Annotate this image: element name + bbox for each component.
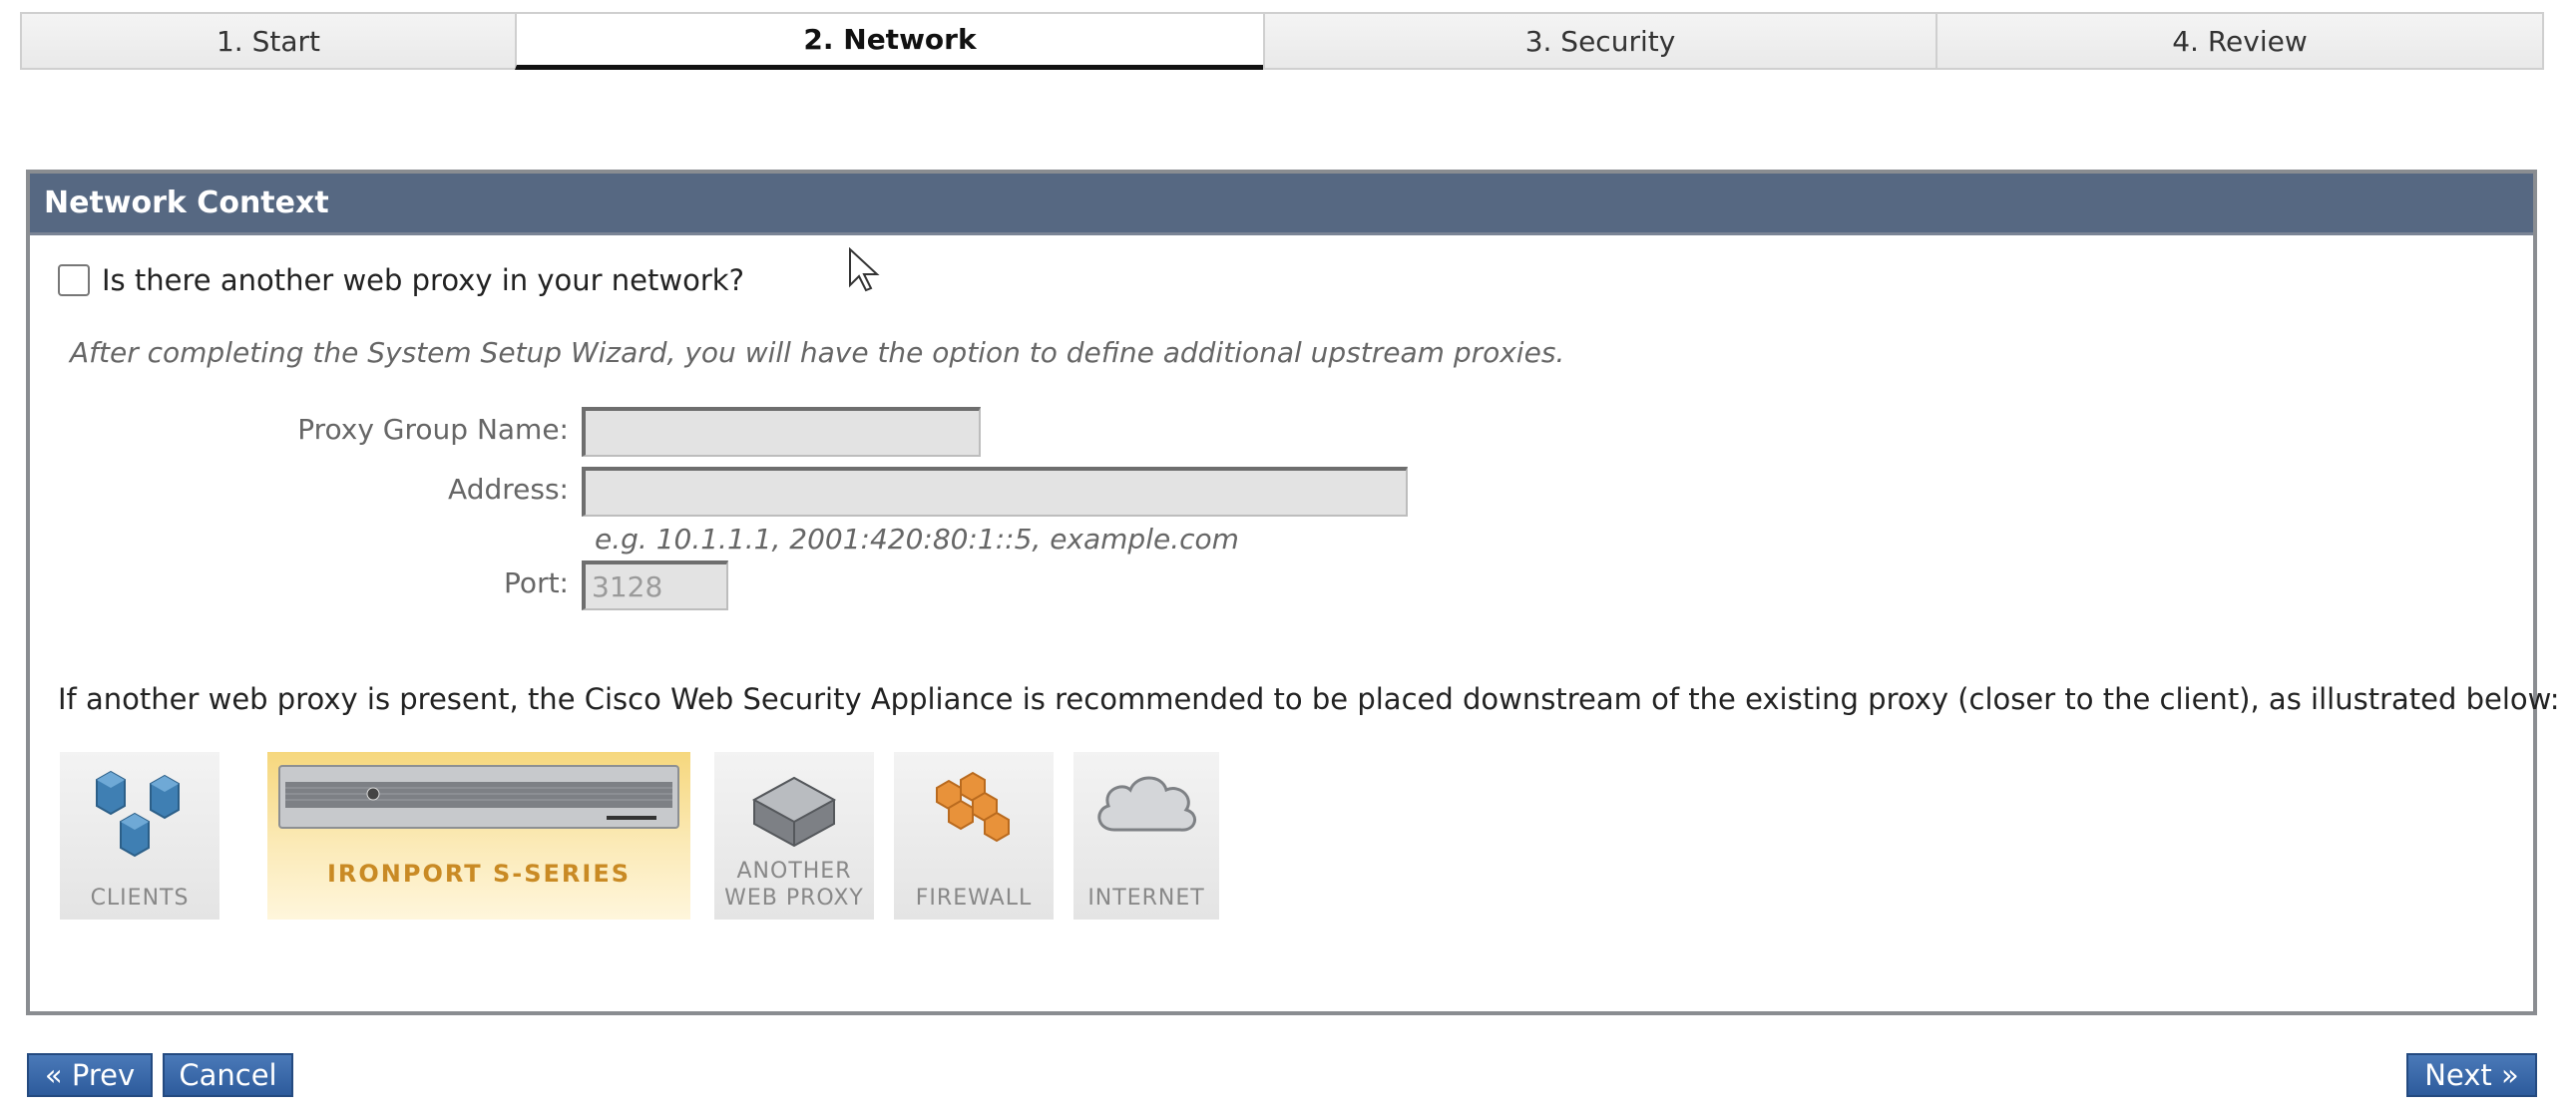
prev-button[interactable]: « Prev [27,1053,153,1097]
another-proxy-checkbox[interactable] [58,264,90,296]
internet-caption: INTERNET [1087,886,1205,911]
panel-title: Network Context [30,174,2533,235]
cloud-icon [1097,776,1196,832]
mouse-cursor-icon [849,247,880,292]
internet-tile: INTERNET [1073,752,1219,920]
firewall-icon [936,771,1010,843]
wizard-tabs: 1. Start 2. Network 3. Security 4. Revie… [20,12,2544,70]
tab-start[interactable]: 1. Start [20,12,517,70]
port-input[interactable]: 3128 [582,560,728,610]
port-label: Port: [504,566,569,599]
tab-security[interactable]: 3. Security [1263,12,1937,70]
cancel-button[interactable]: Cancel [163,1053,293,1097]
tab-network[interactable]: 2. Network [515,12,1265,70]
another-web-proxy-caption-line1: ANOTHER [736,859,852,884]
firewall-tile: FIREWALL [894,752,1054,920]
tab-review[interactable]: 4. Review [1935,12,2544,70]
another-proxy-question: Is there another web proxy in your netwo… [58,263,744,297]
firewall-caption: FIREWALL [915,886,1033,911]
ironport-appliance-icon [278,765,679,829]
another-web-proxy-caption-line2: WEB PROXY [724,886,864,911]
clients-tile: CLIENTS [60,752,219,920]
web-proxy-server-icon [751,776,837,848]
address-input[interactable] [582,467,1408,517]
another-proxy-label[interactable]: Is there another web proxy in your netwo… [102,263,744,297]
another-web-proxy-caption: ANOTHER WEB PROXY [724,858,864,912]
proxy-group-name-input[interactable] [582,407,981,457]
clients-icon [96,770,180,858]
next-button[interactable]: Next » [2406,1053,2537,1097]
ironport-tile: IRONPORT S-SERIES [267,752,690,920]
network-context-panel: Network Context Is there another web pro… [26,170,2560,1015]
ironport-caption: IRONPORT S-SERIES [326,860,632,888]
another-web-proxy-tile: ANOTHER WEB PROXY [714,752,874,920]
placement-info-text: If another web proxy is present, the Cis… [58,682,2560,716]
upstream-proxies-hint: After completing the System Setup Wizard… [70,336,1565,369]
address-label: Address: [448,473,569,506]
address-example-hint: e.g. 10.1.1.1, 2001:420:80:1::5, example… [595,523,1239,556]
clients-caption: CLIENTS [90,886,190,911]
proxy-group-name-label: Proxy Group Name: [297,413,569,446]
